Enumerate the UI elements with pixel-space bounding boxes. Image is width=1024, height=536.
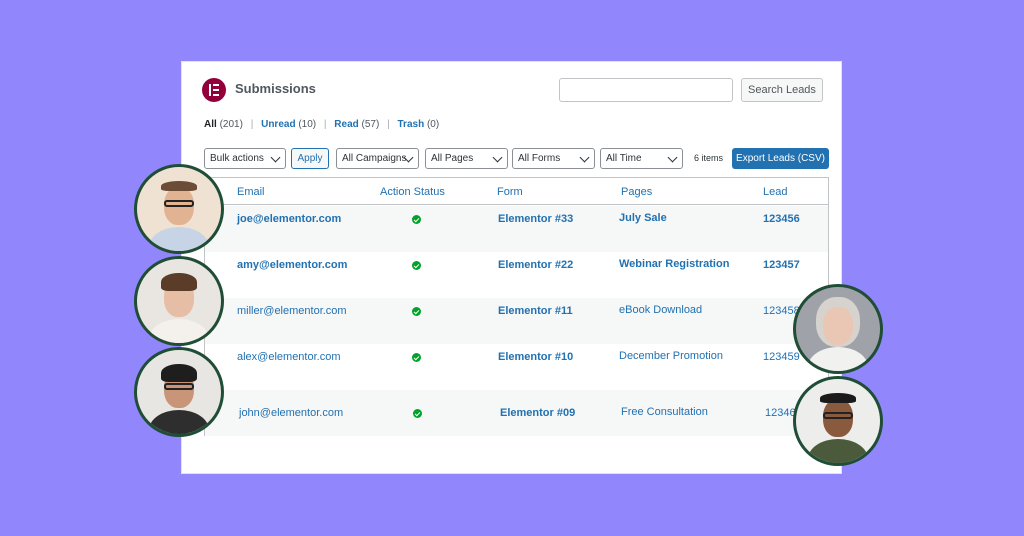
chevron-down-icon: [667, 152, 678, 163]
export-leads-button[interactable]: Export Leads (CSV): [732, 148, 829, 169]
time-select[interactable]: All Time: [600, 148, 683, 169]
row-form[interactable]: Elementor #11: [498, 305, 573, 317]
header: Submissions Search Leads: [202, 78, 827, 106]
row-page[interactable]: Free Consultation: [621, 406, 708, 418]
pages-select[interactable]: All Pages: [425, 148, 508, 169]
avatar-body: [149, 319, 209, 343]
bulk-actions-select[interactable]: Bulk actions: [204, 148, 286, 169]
search-input[interactable]: [559, 78, 733, 102]
campaigns-select[interactable]: All Campaigns: [336, 148, 419, 169]
avatar-body: [808, 347, 868, 371]
row-email[interactable]: amy@elementor.com: [237, 259, 347, 271]
forms-select[interactable]: All Forms: [512, 148, 595, 169]
submissions-panel: Submissions Search Leads All (201) | Unr…: [181, 61, 842, 474]
row-form[interactable]: Elementor #10: [498, 351, 573, 363]
avatar-body: [149, 227, 209, 251]
filter-trash[interactable]: Trash: [398, 119, 425, 130]
status-filter-links: All (201) | Unread (10) | Read (57) | Tr…: [204, 119, 439, 130]
filter-unread-count: (10): [298, 119, 317, 130]
row-lead[interactable]: 12346: [765, 407, 796, 419]
avatar-hair: [161, 364, 197, 382]
items-count: 6 items: [694, 153, 724, 163]
row-form[interactable]: Elementor #09: [500, 407, 575, 419]
bulk-actions-label: Bulk actions: [210, 153, 264, 164]
filter-read[interactable]: Read: [334, 119, 358, 130]
glasses-icon: [823, 412, 853, 419]
table-row[interactable]: john@elementor.com Elementor #09 Free Co…: [205, 390, 828, 436]
filter-separator: |: [250, 119, 254, 130]
chevron-down-icon: [270, 152, 281, 163]
avatar-hair: [161, 181, 197, 191]
filter-separator: |: [387, 119, 390, 130]
submissions-table: Email Action Status Form Pages Lead joe@…: [204, 177, 829, 436]
glasses-icon: [164, 383, 194, 390]
avatar: [134, 256, 224, 346]
avatar: [134, 164, 224, 254]
status-check-icon: [412, 261, 421, 270]
pages-label: All Pages: [431, 153, 474, 164]
column-form[interactable]: Form: [497, 186, 523, 198]
toolbar: Bulk actions Apply All Campaigns All Pag…: [204, 148, 830, 170]
avatar-body: [808, 439, 868, 463]
column-pages[interactable]: Pages: [621, 186, 652, 198]
table-header: Email Action Status Form Pages Lead: [205, 178, 828, 205]
avatar-body: [149, 410, 209, 434]
campaigns-label: All Campaigns: [342, 153, 407, 164]
apply-button[interactable]: Apply: [291, 148, 329, 169]
row-page[interactable]: eBook Download: [619, 304, 702, 316]
avatar: [134, 347, 224, 437]
avatar-hair: [820, 393, 856, 403]
filter-all[interactable]: All: [204, 119, 217, 130]
table-row[interactable]: miller@elementor.com Elementor #11 eBook…: [205, 298, 828, 344]
row-email[interactable]: john@elementor.com: [239, 407, 343, 419]
filter-unread[interactable]: Unread: [261, 119, 295, 130]
row-page[interactable]: Webinar Registration: [619, 258, 729, 270]
filter-all-count: (201): [219, 119, 243, 130]
row-email[interactable]: joe@elementor.com: [237, 213, 341, 225]
row-lead[interactable]: 123456: [763, 213, 800, 225]
filter-read-count: (57): [361, 119, 380, 130]
row-form[interactable]: Elementor #33: [498, 213, 573, 225]
row-page[interactable]: December Promotion: [619, 350, 723, 362]
chevron-down-icon: [492, 152, 503, 163]
column-action-status[interactable]: Action Status: [380, 186, 445, 198]
filter-separator: |: [323, 119, 327, 130]
avatar: [793, 376, 883, 466]
page-title: Submissions: [235, 81, 316, 96]
glasses-icon: [164, 200, 194, 207]
forms-label: All Forms: [518, 153, 561, 164]
row-lead[interactable]: 123459: [763, 351, 800, 363]
column-lead[interactable]: Lead: [763, 186, 787, 198]
avatar-face: [823, 307, 853, 345]
row-email[interactable]: miller@elementor.com: [237, 305, 347, 317]
status-check-icon: [412, 353, 421, 362]
time-label: All Time: [606, 153, 642, 164]
column-email[interactable]: Email: [237, 186, 265, 198]
table-row[interactable]: joe@elementor.com Elementor #33 July Sal…: [205, 206, 828, 252]
avatar-hair: [161, 273, 197, 291]
row-email[interactable]: alex@elementor.com: [237, 351, 341, 363]
chevron-down-icon: [579, 152, 590, 163]
status-check-icon: [412, 215, 421, 224]
status-check-icon: [413, 409, 422, 418]
filter-trash-count: (0): [426, 119, 440, 130]
search-leads-button[interactable]: Search Leads: [741, 78, 823, 102]
elementor-logo-icon: [202, 78, 226, 102]
table-row[interactable]: alex@elementor.com Elementor #10 Decembe…: [205, 344, 828, 390]
avatar: [793, 284, 883, 374]
row-form[interactable]: Elementor #22: [498, 259, 573, 271]
row-page[interactable]: July Sale: [619, 212, 667, 224]
row-lead[interactable]: 123457: [763, 259, 800, 271]
table-row[interactable]: amy@elementor.com Elementor #22 Webinar …: [205, 252, 828, 298]
status-check-icon: [412, 307, 421, 316]
